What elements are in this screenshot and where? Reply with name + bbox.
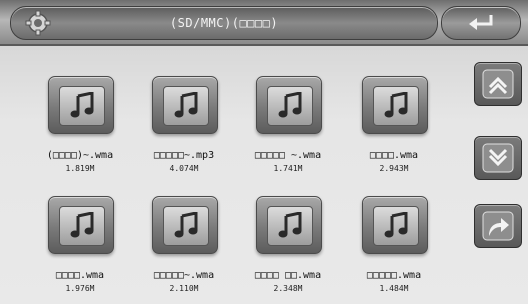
file-icon-frame xyxy=(362,76,428,134)
file-name-label: □□□□□~.wma xyxy=(153,270,215,281)
scroll-up-button[interactable] xyxy=(474,62,522,106)
return-arrow-icon xyxy=(469,15,493,30)
file-size-label: 2.110M xyxy=(169,284,199,293)
file-icon-face xyxy=(373,86,419,126)
file-size-label: 1.484M xyxy=(379,284,409,293)
jump-button[interactable] xyxy=(474,204,522,248)
file-icon-face xyxy=(59,86,105,126)
music-browser-screen: (SD/MMC)(□□□□) (□□□□)~.wma 1.819M □□□□□~.m… xyxy=(0,0,528,304)
file-size-label: 1.819M xyxy=(65,164,95,173)
file-name-label: □□□□□~.mp3 xyxy=(153,150,215,161)
file-size-label: 2.348M xyxy=(273,284,303,293)
music-note-icon xyxy=(174,92,198,118)
file-name-label: □□□□ □□.wma xyxy=(254,270,322,281)
file-tile[interactable] xyxy=(152,196,218,256)
music-note-icon xyxy=(174,212,198,238)
file-icon-frame xyxy=(256,76,322,134)
file-name-label: □□□□.wma xyxy=(55,270,105,281)
file-icon-frame xyxy=(256,196,322,254)
page-title: (SD/MMC)(□□□□) xyxy=(169,16,279,30)
music-note-icon xyxy=(70,212,94,238)
file-icon-face xyxy=(373,206,419,246)
scroll-down-button[interactable] xyxy=(474,136,522,180)
scroll-down-icon xyxy=(482,143,514,173)
file-size-label: 1.741M xyxy=(273,164,303,173)
file-icon-frame xyxy=(48,76,114,134)
file-icon-face xyxy=(267,206,313,246)
file-size-label: 2.943M xyxy=(379,164,409,173)
file-tile[interactable] xyxy=(152,76,218,136)
file-size-label: 4.074M xyxy=(169,164,199,173)
title-bar: (SD/MMC)(□□□□) xyxy=(10,6,438,40)
file-tile[interactable] xyxy=(362,196,428,256)
file-tile[interactable] xyxy=(256,196,322,256)
file-icon-face xyxy=(163,206,209,246)
music-note-icon xyxy=(70,92,94,118)
file-icon-frame xyxy=(152,196,218,254)
file-tile[interactable] xyxy=(256,76,322,136)
file-icon-frame xyxy=(48,196,114,254)
file-icon-frame xyxy=(152,76,218,134)
file-tile[interactable] xyxy=(48,76,114,136)
top-bar: (SD/MMC)(□□□□) xyxy=(0,0,528,46)
music-note-icon xyxy=(384,92,408,118)
music-note-icon xyxy=(278,92,302,118)
file-icon-face xyxy=(59,206,105,246)
file-icon-frame xyxy=(362,196,428,254)
back-button[interactable] xyxy=(441,6,521,40)
file-size-label: 1.976M xyxy=(65,284,95,293)
music-note-icon xyxy=(278,212,302,238)
file-tile[interactable] xyxy=(48,196,114,256)
file-name-label: □□□□□.wma xyxy=(366,270,422,281)
file-name-label: □□□□□ ~.wma xyxy=(254,150,322,161)
scroll-up-icon xyxy=(482,69,514,99)
jump-icon xyxy=(482,211,514,241)
file-icon-face xyxy=(267,86,313,126)
file-name-label: (□□□□)~.wma xyxy=(46,150,114,161)
file-tile[interactable] xyxy=(362,76,428,136)
file-name-label: □□□□.wma xyxy=(369,150,419,161)
music-note-icon xyxy=(384,212,408,238)
file-icon-face xyxy=(163,86,209,126)
